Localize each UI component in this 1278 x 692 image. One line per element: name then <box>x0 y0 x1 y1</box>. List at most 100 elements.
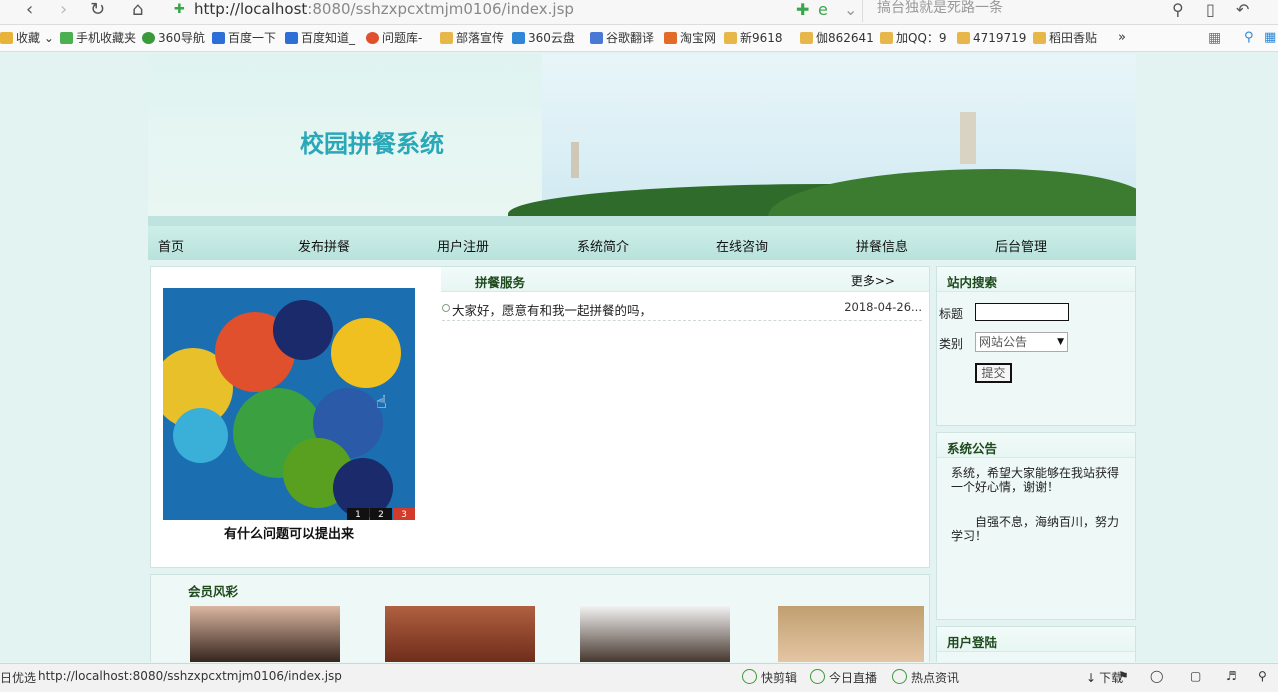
notice-text-2: 自强不息，海纳百川，努力学习！ <box>951 515 1120 543</box>
nav-admin[interactable]: 后台管理 <box>995 236 1047 255</box>
bookmark-folder[interactable]: 伽862641 <box>800 29 874 47</box>
member-photo[interactable] <box>190 606 340 662</box>
folder-icon <box>724 32 737 44</box>
back-icon[interactable]: ‹ <box>26 0 33 24</box>
hand-cursor-icon: ☝ <box>376 392 387 413</box>
baidu-icon <box>285 32 298 44</box>
cloud-icon <box>512 32 525 44</box>
nav-consult[interactable]: 在线咨询 <box>716 236 768 255</box>
forward-icon[interactable]: › <box>60 0 67 24</box>
bullet-icon <box>442 304 450 312</box>
bookmark-folder[interactable]: 部落宣传 <box>440 29 504 47</box>
nav-about[interactable]: 系统简介 <box>577 236 629 255</box>
bookmark-favorites[interactable]: 收藏 ⌄ <box>0 29 54 47</box>
apps-icon[interactable]: ▦ <box>1208 29 1221 47</box>
bookmark-item[interactable]: 百度一下 <box>212 29 276 47</box>
flag-icon[interactable]: ⚑ <box>1118 669 1129 683</box>
slide-dot-3[interactable]: 3 <box>393 508 415 520</box>
slide-dot-1[interactable]: 1 <box>347 508 369 520</box>
baidu-icon <box>212 32 225 44</box>
folder-icon <box>800 32 813 44</box>
submit-button[interactable]: 提交 <box>975 363 1012 383</box>
phone-icon[interactable]: ▯ <box>1206 0 1215 19</box>
bookmark-folder[interactable]: 新9618 <box>724 29 783 47</box>
title-input[interactable] <box>975 303 1069 321</box>
site-banner: 校园拼餐系统 <box>148 54 1136 226</box>
service-header: 拼餐服务 更多>> <box>441 267 929 292</box>
service-item-title[interactable]: 大家好，愿意有和我一起拼餐的吗， <box>452 300 652 319</box>
bookmark-folder[interactable]: 加QQ：9 <box>880 29 947 47</box>
status-quick-edit[interactable]: 快剪辑 <box>742 669 797 686</box>
bookmark-item[interactable]: 360导航 <box>142 29 205 47</box>
ie-icon[interactable]: ◯ <box>1150 669 1163 683</box>
translate-icon <box>590 32 603 44</box>
dropdown-icon[interactable]: ⌄ <box>844 0 857 19</box>
slide-bubble <box>331 318 401 388</box>
news-icon <box>892 669 907 684</box>
bookmark-item[interactable]: 问题库- <box>366 29 422 47</box>
site-title: 校园拼餐系统 <box>300 129 444 158</box>
banner-water <box>148 216 1136 226</box>
bookmark-item[interactable]: 淘宝网 <box>664 29 716 47</box>
nav-publish[interactable]: 发布拼餐 <box>298 236 350 255</box>
member-photo[interactable] <box>778 606 924 662</box>
status-news[interactable]: 热点资讯 <box>892 669 959 686</box>
service-list-item[interactable]: 大家好，愿意有和我一起拼餐的吗， 2018-04-26... <box>442 300 922 321</box>
slide-caption: 有什么问题可以提出来 <box>223 527 354 542</box>
bookmark-item[interactable]: 百度知道_ <box>285 29 355 47</box>
member-photo[interactable] <box>385 606 535 662</box>
status-url: http://localhost:8080/sshzxpcxtmjm0106/i… <box>38 669 342 683</box>
status-left[interactable]: 日优选 <box>0 669 36 686</box>
zoom-icon[interactable]: ⚲ <box>1258 669 1267 683</box>
slide-bubble <box>273 300 333 360</box>
search-icon[interactable]: ⚲ <box>1172 0 1184 19</box>
bookmark-item[interactable]: 360云盘 <box>512 29 575 47</box>
phone-icon <box>60 32 73 44</box>
browser-search-input[interactable]: 搞台独就是死路一条 <box>862 0 1207 22</box>
zoom-icon[interactable]: ⚲ <box>1244 29 1254 47</box>
folder-icon <box>440 32 453 44</box>
nav-home[interactable]: 首页 <box>158 236 184 255</box>
sound-icon[interactable]: ♬ <box>1226 669 1237 683</box>
page-viewport: 校园拼餐系统 首页 发布拼餐 用户注册 系统简介 在线咨询 拼餐信息 后台管理 … <box>0 52 1278 662</box>
login-panel: 用户登陆 <box>936 626 1136 662</box>
bookmark-item[interactable]: 手机收藏夹 <box>60 29 136 47</box>
url-field[interactable]: http://localhost:8080/sshzxpcxtmjm0106/i… <box>194 0 574 24</box>
member-photo[interactable] <box>580 606 730 662</box>
title-label: 标题 <box>939 307 964 321</box>
nav-meal-info[interactable]: 拼餐信息 <box>856 236 908 255</box>
home-icon[interactable]: ⌂ <box>132 0 143 24</box>
taobao-icon <box>664 32 677 44</box>
360-icon <box>142 32 155 44</box>
login-title: 用户登陆 <box>947 635 998 650</box>
service-more-link[interactable]: 更多>> <box>851 272 895 289</box>
extension-icon[interactable]: ✚ <box>796 0 809 19</box>
ie-mode-icon[interactable]: e <box>818 0 828 19</box>
menu-icon[interactable]: ▦ <box>1264 29 1276 47</box>
login-header: 用户登陆 <box>937 627 1135 652</box>
service-title: 拼餐服务 <box>475 275 526 290</box>
folder-icon <box>880 32 893 44</box>
banner-pagoda <box>571 142 579 178</box>
bookmark-folder[interactable]: 稻田香贴 <box>1033 29 1097 47</box>
search-title: 站内搜索 <box>947 275 998 290</box>
window-icon[interactable]: ▢ <box>1190 669 1201 683</box>
reload-icon[interactable]: ↻ <box>90 0 105 24</box>
type-selected: 网站公告 <box>979 335 1028 349</box>
download-icon: ↓ <box>1086 671 1097 685</box>
undo-icon[interactable]: ↶ <box>1236 0 1249 19</box>
address-bar: ‹ › ↻ ⌂ ✚ http://localhost:8080/sshzxpcx… <box>0 0 1278 25</box>
type-select[interactable]: 网站公告 ▼ <box>975 332 1068 352</box>
play-icon <box>742 669 757 684</box>
bookmarks-bar: 收藏 ⌄ 手机收藏夹 360导航 百度一下 百度知道_ 问题库- 部落宣传 36… <box>0 25 1278 52</box>
chevron-down-icon: ▼ <box>1057 337 1064 347</box>
nav-register[interactable]: 用户注册 <box>437 236 489 255</box>
folder-icon <box>957 32 970 44</box>
bookmark-folder[interactable]: 4719719 <box>957 29 1026 47</box>
status-live[interactable]: 今日直播 <box>810 669 877 686</box>
bookmarks-more[interactable]: » <box>1118 29 1126 47</box>
notice-panel: 系统公告 系统，希望大家能够在我站获得一个好心情，谢谢！ 自强不息，海纳百川，努… <box>936 432 1136 620</box>
bookmark-item[interactable]: 谷歌翻译 <box>590 29 654 47</box>
search-header: 站内搜索 <box>937 267 1135 292</box>
slide-dot-2[interactable]: 2 <box>370 508 392 520</box>
